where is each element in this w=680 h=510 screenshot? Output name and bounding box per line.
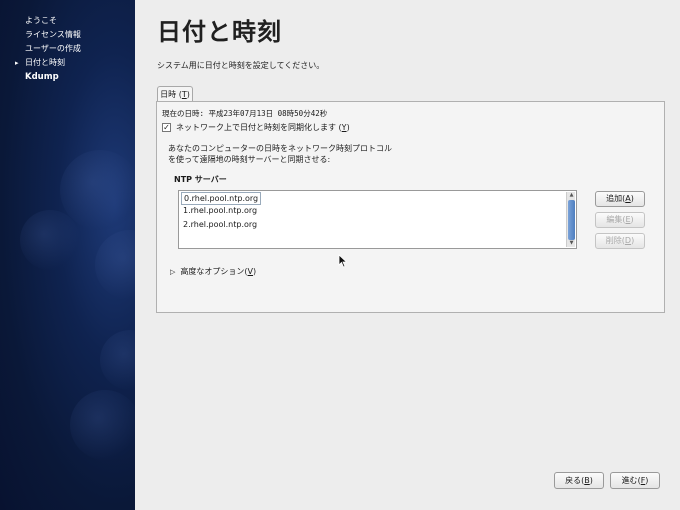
ntp-list-scrollbar[interactable]: ▲ ▼ [566,192,575,247]
scroll-down-icon[interactable]: ▼ [567,240,576,247]
button-mnemonic: E [625,215,631,224]
main-content: 日付と時刻 システム用に日付と時刻を設定してください。 日時 (T) 現在の日時… [135,0,680,510]
sidebar-item-create-user[interactable]: ユーザーの作成 [0,42,135,56]
background-bubble [95,230,135,300]
button-mnemonic: D [624,236,632,245]
sync-label-text: ネットワーク上で日付と時刻を同期化します [176,123,336,132]
sidebar-item-label: ようこそ [25,16,57,25]
description-line: を使って遠隔地の時刻サーバーと同期させる: [168,155,331,164]
back-button[interactable]: 戻る(B) [554,472,604,489]
button-label: 追加 [606,194,623,203]
button-label: 戻る [565,476,582,485]
advanced-options-expander[interactable]: ▷ 高度なオプション(V) [170,266,256,277]
sidebar-item-label: Kdump [25,72,59,82]
ntp-description: あなたのコンピューターの日時をネットワーク時刻プロトコル を使って遠隔地の時刻サ… [168,143,392,165]
button-label: 進む [621,476,638,485]
ntp-section-title: NTP サーバー [174,175,227,184]
sync-mnemonic: Y [341,123,347,132]
advanced-mnemonic: V [247,267,253,276]
ntp-server-item[interactable]: 1.rhel.pool.ntp.org [181,205,259,218]
sidebar-nav: ようこそ ライセンス情報 ユーザーの作成 ▸ 日付と時刻 Kdump [0,14,135,84]
forward-button[interactable]: 進む(F) [610,472,660,489]
button-mnemonic: A [625,194,631,203]
sidebar-item-kdump[interactable]: Kdump [0,70,135,84]
sidebar-item-label: ライセンス情報 [25,30,81,39]
edit-server-button[interactable]: 編集(E) [595,212,645,228]
button-label: 編集 [606,215,623,224]
mouse-pointer-icon [338,254,348,268]
sidebar-item-label: ユーザーの作成 [25,44,81,53]
description-line: あなたのコンピューターの日時をネットワーク時刻プロトコル [168,144,392,153]
sidebar-item-welcome[interactable]: ようこそ [0,14,135,28]
button-label: 削除 [605,236,622,245]
current-step-arrow-icon: ▸ [15,59,19,67]
scroll-up-icon[interactable]: ▲ [567,192,576,199]
background-bubble [20,210,80,270]
sync-network-checkbox[interactable]: ✓ [162,123,171,132]
page-subtitle: システム用に日付と時刻を設定してください。 [157,61,325,70]
tab-label: 日時 [160,90,177,99]
button-mnemonic: B [584,476,590,485]
sidebar-item-label: 日付と時刻 [25,58,65,67]
sidebar: ようこそ ライセンス情報 ユーザーの作成 ▸ 日付と時刻 Kdump [0,0,135,510]
page-title: 日付と時刻 [157,18,282,46]
sync-row: ✓ ネットワーク上で日付と時刻を同期化します (Y) [162,122,350,133]
sidebar-item-license[interactable]: ライセンス情報 [0,28,135,42]
background-bubble [100,330,135,390]
tab-mnemonic: T [181,90,187,99]
background-bubble [70,390,135,460]
ntp-server-item[interactable]: 0.rhel.pool.ntp.org [181,192,262,205]
delete-server-button[interactable]: 削除(D) [595,233,645,249]
sidebar-item-date-time[interactable]: ▸ 日付と時刻 [0,56,135,70]
add-server-button[interactable]: 追加(A) [595,191,645,207]
current-datetime: 現在の日時: 平成23年07月13日 08時50分42秒 [162,109,328,118]
scrollbar-thumb[interactable] [568,200,575,240]
ntp-server-item[interactable]: 2.rhel.pool.ntp.org [181,219,259,232]
tab-date-time[interactable]: 日時 (T) [157,86,193,102]
sync-network-label[interactable]: ネットワーク上で日付と時刻を同期化します (Y) [176,122,350,133]
date-time-panel: 現在の日時: 平成23年07月13日 08時50分42秒 ✓ ネットワーク上で日… [156,101,665,313]
expander-triangle-icon: ▷ [170,267,176,276]
ntp-server-list[interactable]: 0.rhel.pool.ntp.org 1.rhel.pool.ntp.org … [178,190,577,249]
button-mnemonic: F [640,476,646,485]
advanced-options-label: 高度なオプション [180,267,245,276]
